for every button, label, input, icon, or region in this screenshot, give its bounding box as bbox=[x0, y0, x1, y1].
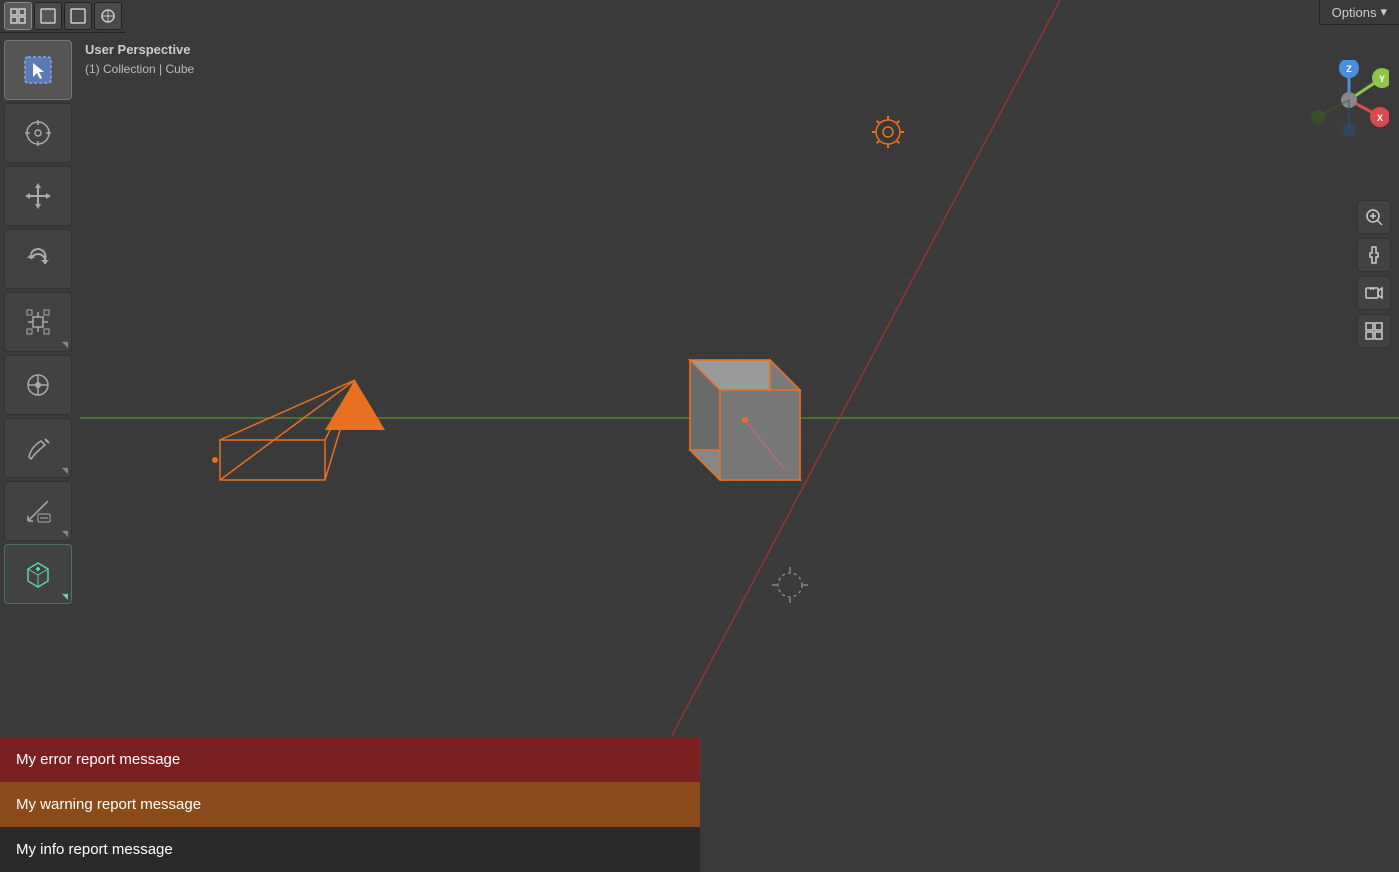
move-tool[interactable] bbox=[4, 166, 72, 226]
warning-message: My warning report message bbox=[16, 796, 201, 813]
material-view-icon[interactable] bbox=[64, 2, 92, 30]
error-notification[interactable]: My error report message bbox=[0, 737, 700, 782]
options-label: Options bbox=[1332, 5, 1377, 20]
viewport[interactable]: User Perspective (1) Collection | Cube bbox=[0, 0, 1399, 872]
right-toolbar bbox=[1357, 200, 1391, 348]
annotate-tool[interactable]: ◥ bbox=[4, 418, 72, 478]
svg-text:Z: Z bbox=[1346, 64, 1352, 74]
error-message: My error report message bbox=[16, 751, 180, 768]
zoom-button[interactable] bbox=[1357, 200, 1391, 234]
svg-text:Y: Y bbox=[1379, 74, 1385, 84]
notifications-panel: My error report message My warning repor… bbox=[0, 737, 700, 872]
info-notification[interactable]: My info report message bbox=[0, 827, 700, 872]
measure-tool[interactable]: ◥ bbox=[4, 481, 72, 541]
rotate-tool[interactable] bbox=[4, 229, 72, 289]
camera-fly-button[interactable] bbox=[1357, 276, 1391, 310]
rendered-view-icon[interactable] bbox=[94, 2, 122, 30]
options-chevron-icon: ▾ bbox=[1380, 4, 1387, 20]
viewport-layout-icon[interactable] bbox=[4, 2, 32, 30]
solid-view-icon[interactable] bbox=[34, 2, 62, 30]
top-icon-bar bbox=[0, 0, 126, 33]
pan-button[interactable] bbox=[1357, 238, 1391, 272]
add-cube-tool[interactable]: ◥ bbox=[4, 544, 72, 604]
transform-tool[interactable] bbox=[4, 355, 72, 415]
svg-text:X: X bbox=[1377, 113, 1383, 123]
warning-notification[interactable]: My warning report message bbox=[0, 782, 700, 827]
view-grid-button[interactable] bbox=[1357, 314, 1391, 348]
scale-tool[interactable]: ◥ bbox=[4, 292, 72, 352]
info-message: My info report message bbox=[16, 841, 173, 858]
cursor-tool[interactable] bbox=[4, 103, 72, 163]
options-button[interactable]: Options ▾ bbox=[1319, 0, 1399, 25]
select-tool[interactable] bbox=[4, 40, 72, 100]
left-toolbar: ◥ ◥ bbox=[0, 36, 76, 608]
nav-gizmo[interactable]: Z Y X bbox=[1309, 60, 1389, 140]
